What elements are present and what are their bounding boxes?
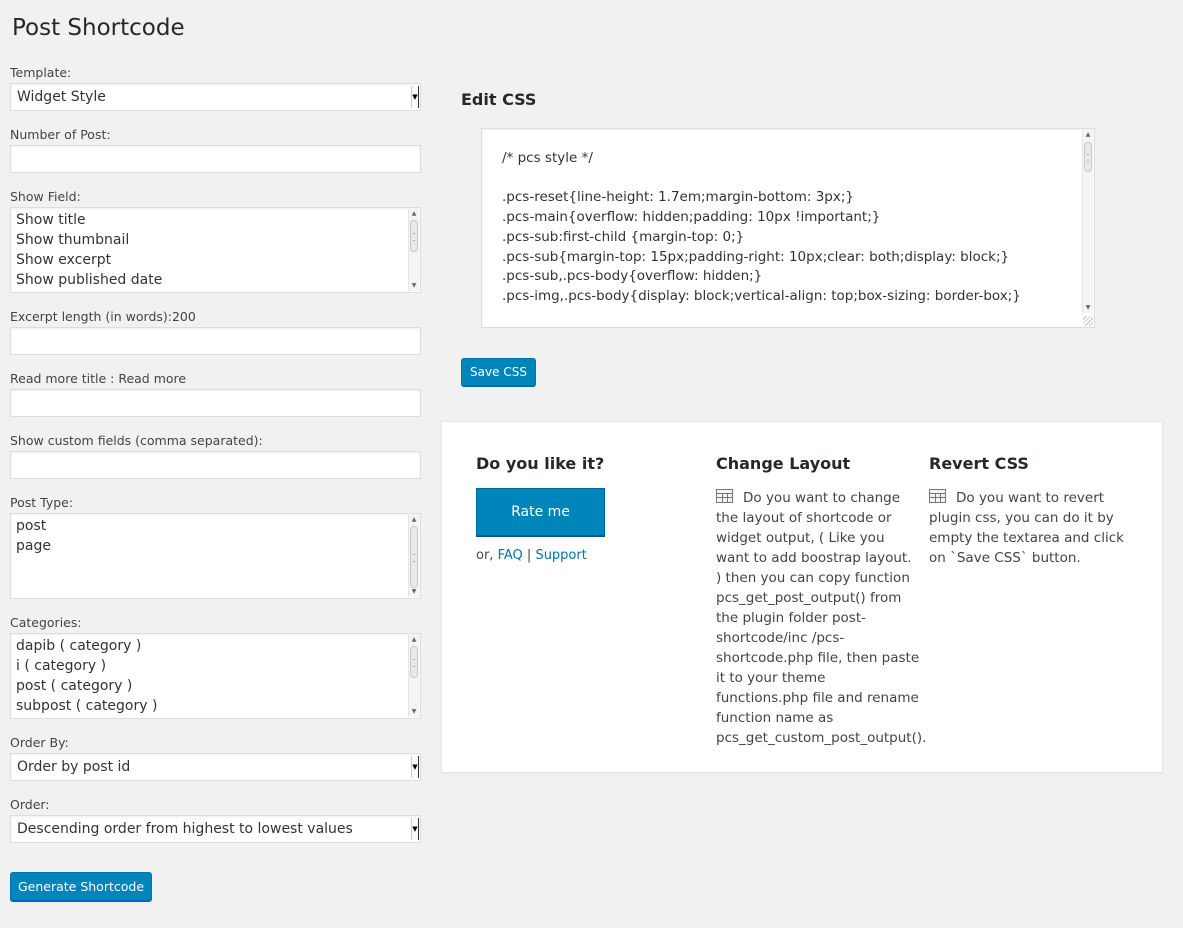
change-layout-column: Change Layout Do you want to change the … — [716, 454, 926, 748]
list-item[interactable]: i ( category ) — [11, 656, 420, 676]
scroll-up-icon[interactable]: ▲ — [409, 635, 419, 645]
categories-field: Categories: dapib ( category ) i ( categ… — [10, 614, 421, 734]
scroll-up-icon[interactable]: ▲ — [1083, 130, 1093, 140]
list-item[interactable]: Show published date — [11, 270, 420, 290]
show-field-listbox[interactable]: Show title Show thumbnail Show excerpt S… — [10, 207, 421, 293]
scroll-up-icon[interactable]: ▲ — [409, 515, 419, 525]
like-title: Do you like it? — [476, 454, 605, 473]
revert-css-title: Revert CSS — [929, 454, 1029, 473]
like-column: Do you like it? Rate me or, FAQ | Suppor… — [476, 454, 676, 563]
help-links: or, FAQ | Support — [476, 548, 676, 563]
or-text: or, — [476, 548, 494, 563]
link-separator: | — [526, 548, 532, 563]
faq-link[interactable]: FAQ — [498, 548, 523, 563]
table-icon — [716, 489, 733, 503]
order-field: Order: Descending order from highest to … — [10, 796, 421, 858]
post-type-label: Post Type: — [10, 495, 74, 510]
list-item[interactable]: Show excerpt — [11, 250, 420, 270]
template-label: Template: — [10, 65, 72, 80]
css-textarea[interactable]: /* pcs style */ .pcs-reset{line-height: … — [481, 128, 1095, 328]
order-select[interactable]: Descending order from highest to lowest … — [10, 815, 421, 843]
scrollbar[interactable]: ▲ ▼ — [408, 635, 419, 717]
scrollbar-thumb[interactable] — [410, 526, 418, 588]
read-more-input[interactable] — [10, 389, 421, 417]
excerpt-length-field: Excerpt length (in words):200 — [10, 308, 421, 370]
scrollbar-thumb[interactable] — [1084, 142, 1092, 172]
revert-css-description: Do you want to revert plugin css, you ca… — [929, 490, 1124, 566]
number-of-post-input[interactable] — [10, 145, 421, 173]
info-panel: Do you like it? Rate me or, FAQ | Suppor… — [441, 421, 1163, 773]
scroll-down-icon[interactable]: ▼ — [409, 707, 419, 717]
order-by-field: Order By: Order by post id ▼ — [10, 734, 421, 796]
order-by-select-value: Order by post id — [17, 759, 131, 775]
excerpt-length-input[interactable] — [10, 327, 421, 355]
table-icon — [929, 489, 946, 503]
scrollbar[interactable]: ▲ ▼ — [408, 515, 419, 597]
template-field: Template: Widget Style ▼ — [10, 64, 421, 126]
custom-fields-field: Show custom fields (comma separated): — [10, 432, 421, 494]
post-type-field: Post Type: post page ▲ ▼ — [10, 494, 421, 614]
rate-me-button[interactable]: Rate me — [476, 488, 605, 536]
show-field-label: Show Field: — [10, 189, 81, 204]
change-layout-title: Change Layout — [716, 454, 851, 473]
template-select[interactable]: Widget Style ▼ — [10, 83, 421, 111]
post-type-listbox[interactable]: post page ▲ ▼ — [10, 513, 421, 599]
read-more-field: Read more title : Read more — [10, 370, 421, 432]
list-item[interactable]: page — [11, 536, 420, 556]
list-item[interactable]: subpost ( category ) — [11, 696, 420, 716]
change-layout-description: Do you want to change the layout of shor… — [716, 490, 927, 746]
custom-fields-label: Show custom fields (comma separated): — [10, 433, 263, 448]
scrollbar[interactable]: ▲ ▼ — [1082, 130, 1093, 313]
resize-handle[interactable] — [1083, 316, 1093, 326]
shortcode-form: Template: Widget Style ▼ Number of Post:… — [10, 64, 421, 858]
scrollbar-thumb[interactable] — [410, 646, 418, 678]
scroll-up-icon[interactable]: ▲ — [409, 209, 419, 219]
change-layout-text: Do you want to change the layout of shor… — [716, 488, 926, 748]
template-select-value: Widget Style — [17, 89, 106, 105]
order-by-label: Order By: — [10, 735, 69, 750]
categories-label: Categories: — [10, 615, 82, 630]
support-link[interactable]: Support — [535, 548, 586, 563]
list-item[interactable]: post ( category ) — [11, 676, 420, 696]
revert-css-column: Revert CSS Do you want to revert plugin … — [929, 454, 1129, 568]
categories-listbox[interactable]: dapib ( category ) i ( category ) post (… — [10, 633, 421, 719]
scrollbar[interactable]: ▲ ▼ — [408, 209, 419, 291]
chevron-down-icon[interactable]: ▼ — [411, 86, 419, 108]
scroll-down-icon[interactable]: ▼ — [409, 587, 419, 597]
chevron-down-icon[interactable]: ▼ — [411, 756, 419, 778]
generate-shortcode-button[interactable]: Generate Shortcode — [10, 872, 152, 901]
excerpt-length-label: Excerpt length (in words):200 — [10, 309, 196, 324]
save-css-button[interactable]: Save CSS — [461, 358, 536, 386]
list-item[interactable]: Show thumbnail — [11, 230, 420, 250]
list-item[interactable]: Show title — [11, 210, 420, 230]
list-item[interactable]: post — [11, 516, 420, 536]
chevron-down-icon[interactable]: ▼ — [411, 818, 419, 840]
page-title: Post Shortcode — [12, 15, 185, 41]
edit-css-title: Edit CSS — [461, 90, 537, 109]
number-of-post-field: Number of Post: — [10, 126, 421, 188]
css-textarea-content[interactable]: /* pcs style */ .pcs-reset{line-height: … — [482, 129, 1094, 307]
show-field-field: Show Field: Show title Show thumbnail Sh… — [10, 188, 421, 308]
scroll-down-icon[interactable]: ▼ — [409, 281, 419, 291]
revert-css-text: Do you want to revert plugin css, you ca… — [929, 488, 1129, 568]
order-label: Order: — [10, 797, 50, 812]
order-select-value: Descending order from highest to lowest … — [17, 821, 353, 837]
order-by-select[interactable]: Order by post id ▼ — [10, 753, 421, 781]
list-item[interactable]: dapib ( category ) — [11, 636, 420, 656]
scroll-down-icon[interactable]: ▼ — [1083, 303, 1093, 313]
read-more-label: Read more title : Read more — [10, 371, 187, 386]
scrollbar-thumb[interactable] — [410, 220, 418, 252]
custom-fields-input[interactable] — [10, 451, 421, 479]
number-of-post-label: Number of Post: — [10, 127, 111, 142]
